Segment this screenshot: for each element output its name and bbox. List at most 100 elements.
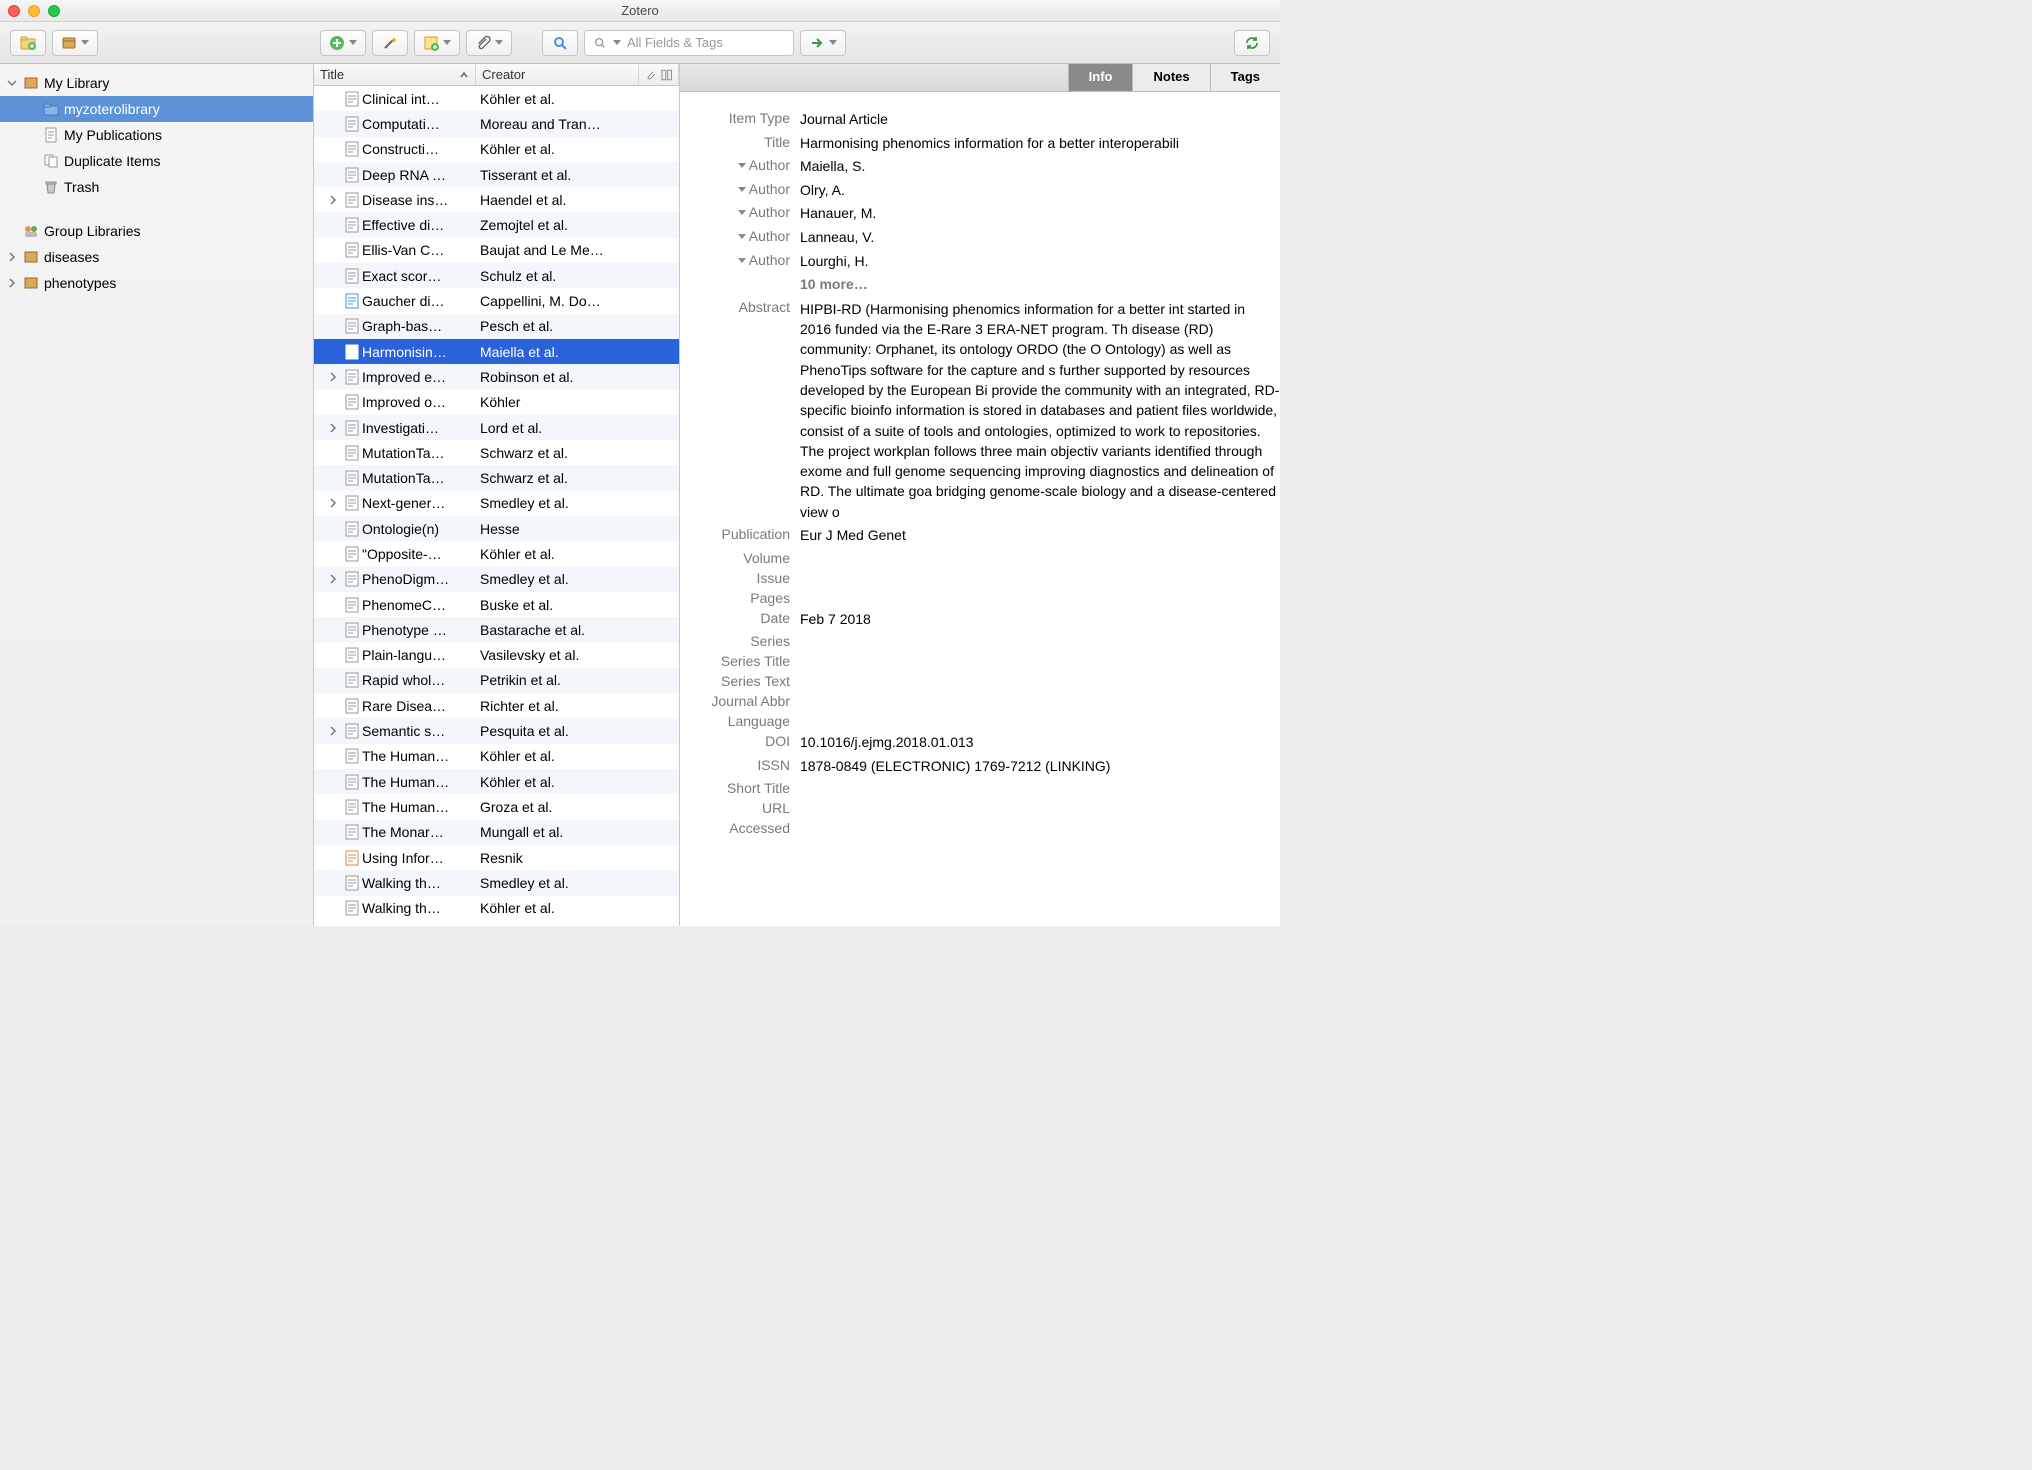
item-row[interactable]: "Opposite-…Köhler et al. [314, 541, 679, 566]
new-item-button[interactable] [320, 30, 366, 56]
item-row[interactable]: Walking th…Köhler et al. [314, 896, 679, 921]
new-note-button[interactable] [414, 30, 460, 56]
item-creator: Schwarz et al. [476, 445, 679, 461]
column-title[interactable]: Title [314, 64, 476, 85]
sidebar-item-label: phenotypes [44, 275, 116, 291]
sync-button[interactable] [1234, 30, 1270, 56]
meta-value[interactable] [800, 633, 1280, 649]
meta-value[interactable]: HIPBI-RD (Harmonising phenomics informat… [800, 299, 1280, 522]
sidebar-item-myzoterolibrary[interactable]: myzoterolibrary [0, 96, 313, 122]
meta-value[interactable] [800, 800, 1280, 816]
meta-value[interactable] [800, 713, 1280, 729]
item-row[interactable]: Next-gener…Smedley et al. [314, 491, 679, 516]
meta-value[interactable]: 1878-0849 (ELECTRONIC) 1769-7212 (LINKIN… [800, 757, 1280, 777]
meta-value[interactable]: Harmonising phenomics information for a … [800, 134, 1280, 154]
expand-icon[interactable] [314, 498, 342, 508]
document-icon [342, 116, 362, 132]
sidebar-group-phenotypes[interactable]: phenotypes [0, 270, 313, 296]
sidebar-my-library[interactable]: My Library [0, 70, 313, 96]
minimize-icon[interactable] [28, 5, 40, 17]
meta-value[interactable]: Lanneau, V. [800, 228, 1280, 248]
zoom-icon[interactable] [48, 5, 60, 17]
sidebar-item-duplicate-items[interactable]: Duplicate Items [0, 148, 313, 174]
item-row[interactable]: Improved o…Köhler [314, 390, 679, 415]
item-title: The Human… [362, 799, 476, 815]
tab-notes[interactable]: Notes [1132, 64, 1209, 91]
meta-value[interactable]: Hanauer, M. [800, 204, 1280, 224]
item-row[interactable]: Plain-langu…Vasilevsky et al. [314, 643, 679, 668]
item-row[interactable]: Graph-bas…Pesch et al. [314, 314, 679, 339]
item-row[interactable]: Disease ins…Haendel et al. [314, 187, 679, 212]
meta-value[interactable]: Feb 7 2018 [800, 610, 1280, 630]
item-row[interactable]: The Human…Köhler et al. [314, 744, 679, 769]
tab-tags[interactable]: Tags [1210, 64, 1280, 91]
expand-icon[interactable] [314, 423, 342, 433]
item-row[interactable]: The Monar…Mungall et al. [314, 820, 679, 845]
item-row[interactable]: Deep RNA …Tisserant et al. [314, 162, 679, 187]
item-row[interactable]: Constructi…Köhler et al. [314, 137, 679, 162]
meta-label: Issue [680, 570, 800, 586]
item-row[interactable]: Ontologie(n)Hesse [314, 516, 679, 541]
item-row[interactable]: Rapid whol…Petrikin et al. [314, 668, 679, 693]
close-icon[interactable] [8, 5, 20, 17]
meta-value[interactable]: 10.1016/j.ejmg.2018.01.013 [800, 733, 1280, 753]
item-row[interactable]: The Human…Groza et al. [314, 794, 679, 819]
column-extra[interactable] [639, 64, 679, 85]
meta-value[interactable] [800, 653, 1280, 669]
meta-value[interactable] [800, 673, 1280, 689]
item-row[interactable]: Gaucher di…Cappellini, M. Do… [314, 288, 679, 313]
expand-icon[interactable] [314, 726, 342, 736]
item-row[interactable]: Walking th…Smedley et al. [314, 870, 679, 895]
item-row[interactable]: PhenoDigm…Smedley et al. [314, 567, 679, 592]
meta-value[interactable]: Lourghi, H. [800, 252, 1280, 272]
advanced-search-button[interactable] [542, 30, 578, 56]
sidebar-item-my-publications[interactable]: My Publications [0, 122, 313, 148]
item-row[interactable]: MutationTa…Schwarz et al. [314, 465, 679, 490]
item-row[interactable]: PhenomeC…Buske et al. [314, 592, 679, 617]
sidebar-group-libraries[interactable]: Group Libraries [0, 218, 313, 244]
expand-icon[interactable] [314, 372, 342, 382]
item-row[interactable]: Rare Disea…Richter et al. [314, 693, 679, 718]
new-collection-button[interactable] [10, 30, 46, 56]
tab-info[interactable]: Info [1068, 64, 1133, 91]
item-row[interactable]: Harmonisin…Maiella et al. [314, 339, 679, 364]
item-row[interactable]: Exact scor…Schulz et al. [314, 263, 679, 288]
item-row[interactable]: Clinical int…Köhler et al. [314, 86, 679, 111]
new-library-button[interactable] [52, 30, 98, 56]
meta-value[interactable] [800, 550, 1280, 566]
item-row[interactable]: Ellis-Van C…Baujat and Le Me… [314, 238, 679, 263]
item-row[interactable]: The Human…Köhler et al. [314, 769, 679, 794]
item-title: Semantic s… [362, 723, 476, 739]
meta-value[interactable]: Journal Article [800, 110, 1280, 130]
meta-value[interactable] [800, 820, 1280, 836]
meta-value[interactable]: 10 more… [800, 275, 1280, 295]
meta-value[interactable] [800, 693, 1280, 709]
column-creator[interactable]: Creator [476, 64, 639, 85]
meta-value[interactable] [800, 570, 1280, 586]
attachment-button[interactable] [466, 30, 512, 56]
folder-icon [22, 248, 40, 266]
item-row[interactable]: Effective di…Zemojtel et al. [314, 212, 679, 237]
locate-button[interactable] [800, 30, 846, 56]
document-icon [342, 495, 362, 511]
meta-value[interactable]: Olry, A. [800, 181, 1280, 201]
search-input[interactable]: All Fields & Tags [584, 30, 794, 56]
item-row[interactable]: Investigati…Lord et al. [314, 415, 679, 440]
expand-icon[interactable] [314, 195, 342, 205]
item-row[interactable]: Improved e…Robinson et al. [314, 364, 679, 389]
document-icon [342, 470, 362, 486]
sidebar-group-diseases[interactable]: diseases [0, 244, 313, 270]
item-row[interactable]: Semantic s…Pesquita et al. [314, 718, 679, 743]
meta-value[interactable] [800, 780, 1280, 796]
item-row[interactable]: MutationTa…Schwarz et al. [314, 440, 679, 465]
item-row[interactable]: Using Infor…Resnik [314, 845, 679, 870]
item-title: Harmonisin… [362, 344, 476, 360]
item-row[interactable]: Computati…Moreau and Tran… [314, 111, 679, 136]
expand-icon[interactable] [314, 574, 342, 584]
item-row[interactable]: Phenotype …Bastarache et al. [314, 617, 679, 642]
magic-wand-button[interactable] [372, 30, 408, 56]
meta-value[interactable] [800, 590, 1280, 606]
meta-value[interactable]: Maiella, S. [800, 157, 1280, 177]
meta-value[interactable]: Eur J Med Genet [800, 526, 1280, 546]
sidebar-item-trash[interactable]: Trash [0, 174, 313, 200]
